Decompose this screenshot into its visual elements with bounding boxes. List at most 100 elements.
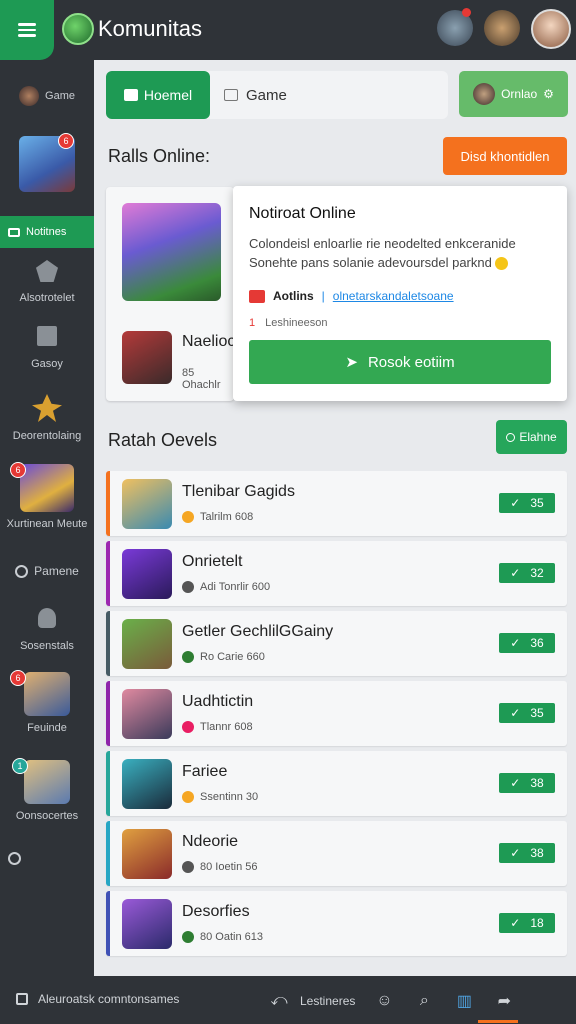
bottom-nav-label[interactable]: Lestineres (300, 994, 355, 1008)
friend-avatar[interactable] (484, 10, 520, 46)
game-subtitle: Ro Carie 660 (182, 651, 265, 663)
game-subtitle: Tlannr 608 (182, 721, 253, 733)
featured-card[interactable]: Naelioc 85 Ohachlr (106, 187, 236, 401)
score-badge[interactable]: ✓ 36 (499, 633, 555, 653)
count-badge: 6 (10, 462, 26, 478)
tab-bar: Hoemel Game (106, 71, 448, 119)
notification-popup: Notiroat Online Colondeisl enloarlie rie… (233, 186, 567, 401)
active-indicator (478, 1020, 518, 1023)
list-item[interactable]: Desorfies 80 Oatin 613 ✓ 18 (106, 891, 567, 956)
sidebar-item-feuinde[interactable]: 6 Feuinde (0, 670, 94, 734)
back-icon[interactable]: ⤺ (268, 990, 290, 1012)
game-thumbnail (122, 899, 172, 949)
game-name: Onrietelt (182, 553, 243, 570)
check-icon: ✓ (510, 706, 521, 720)
section-action-button[interactable]: Elahne (496, 420, 567, 454)
list-item[interactable]: Onrietelt Adi Tonrlir 600 ✓ 32 (106, 541, 567, 606)
count-badge: 6 (58, 133, 74, 149)
user-avatar[interactable] (531, 9, 571, 49)
check-icon: ✓ (510, 776, 521, 790)
popup-detail: 1 Leshineeson (249, 317, 328, 329)
status-dot (182, 651, 194, 663)
score-badge[interactable]: ✓ 38 (499, 773, 555, 793)
sidebar-item-pamene[interactable]: Pamene (0, 564, 94, 578)
check-icon: ✓ (510, 916, 521, 930)
list-item[interactable]: Tlenibar Gagids Talrilm 608 ✓ 35 (106, 471, 567, 536)
sidebar-item-active[interactable]: Notitnes (0, 216, 94, 248)
square-icon (37, 326, 57, 346)
sidebar-item-sosenstals[interactable]: Sosenstals (0, 608, 94, 652)
game-thumbnail (122, 829, 172, 879)
popup-detail: Aotlins | olnetarskandaletsoane (249, 289, 454, 303)
online-button[interactable]: Ornlao ⚙ (459, 71, 568, 117)
tab-home[interactable]: Hoemel (106, 71, 210, 119)
circle-icon (506, 432, 516, 442)
library-icon[interactable]: ▥ (453, 990, 475, 1012)
check-icon: ✓ (510, 496, 521, 510)
status-dot (182, 931, 194, 943)
app-title: Komunitas (98, 16, 202, 41)
search-icon[interactable] (8, 852, 21, 865)
score-badge[interactable]: ✓ 18 (499, 913, 555, 933)
tab-game[interactable]: Game (210, 71, 448, 119)
bottom-nav: ⤺ Lestineres ☺ ⌕ ▥ ➦ (268, 990, 515, 1012)
section-action-button[interactable]: Disd khontidlen (443, 137, 567, 175)
game-thumbnail (122, 331, 172, 384)
game-thumbnail (122, 759, 172, 809)
game-thumbnail (122, 479, 172, 529)
sidebar-item-game[interactable]: Game (0, 86, 94, 106)
score-badge[interactable]: ✓ 38 (499, 843, 555, 863)
sidebar-item-gasoy[interactable]: Gasoy (0, 326, 94, 370)
game-thumbnail (20, 464, 74, 512)
sidebar-item-xurtinean[interactable]: 6 Xurtinean Meute (0, 462, 94, 530)
score-badge[interactable]: ✓ 32 (499, 563, 555, 583)
search-icon[interactable]: ⌕ (413, 990, 435, 1012)
settings-icon: ⚙ (543, 87, 554, 101)
sidebar-item-featured-game[interactable]: 6 Cosbitalt (0, 133, 94, 194)
emoji-icon[interactable]: ☺ (373, 990, 395, 1012)
list-item[interactable]: Ndeorie 80 Ioetin 56 ✓ 38 (106, 821, 567, 886)
sidebar-item-oonsocertes[interactable]: 1 Oonsocertes (0, 758, 94, 822)
grid-icon (16, 993, 28, 1005)
bottom-status: Aleuroatsk comntonsames (16, 992, 179, 1006)
game-name: Getler GechlilGGainy (182, 623, 334, 640)
trophy-icon (36, 260, 58, 282)
game-subtitle: Talrilm 608 (182, 511, 253, 523)
game-thumbnail (24, 760, 70, 804)
popup-title: Notiroat Online (249, 205, 356, 222)
share-icon[interactable]: ➦ (493, 990, 515, 1012)
popup-link[interactable]: olnetarskandaletsoane (333, 289, 454, 303)
section-title: Ratah Oevels (108, 430, 218, 450)
list-item[interactable]: Getler GechlilGGainy Ro Carie 660 ✓ 36 (106, 611, 567, 676)
popup-confirm-button[interactable]: ➤ Rosok eotiim (249, 340, 551, 384)
hero-icon (32, 394, 62, 422)
gift-icon (249, 289, 265, 303)
list-item[interactable]: Uadhtictin Tlannr 608 ✓ 35 (106, 681, 567, 746)
tv-icon (8, 227, 20, 237)
status-dot (182, 581, 194, 593)
window-icon (224, 89, 238, 101)
score-badge[interactable]: ✓ 35 (499, 493, 555, 513)
person-icon (38, 608, 56, 628)
menu-button[interactable] (0, 0, 54, 60)
app-logo (62, 13, 94, 45)
status-dot (182, 511, 194, 523)
game-subtitle: Adi Tonrlir 600 (182, 581, 270, 593)
game-name: Naelioc (182, 333, 236, 350)
sidebar: Game 6 Cosbitalt Notitnes Alsotrotelet G… (0, 60, 94, 976)
smiley-icon (495, 257, 509, 271)
score-badge[interactable]: ✓ 35 (499, 703, 555, 723)
game-name: Uadhtictin (182, 693, 254, 710)
game-thumbnail (122, 549, 172, 599)
count-badge: 1 (12, 758, 28, 774)
sidebar-item-deorentolaing[interactable]: Deorentolaing (0, 394, 94, 442)
game-thumbnail (24, 672, 70, 716)
game-subtitle: 85 Ohachlr (182, 367, 221, 391)
notification-dot (462, 8, 471, 17)
bottom-bar: Aleuroatsk comntonsames ⤺ Lestineres ☺ ⌕… (0, 976, 576, 1024)
list-item[interactable]: Fariee Ssentinn 30 ✓ 38 (106, 751, 567, 816)
hamburger-icon (18, 20, 36, 40)
status-dot (182, 721, 194, 733)
count-badge: 6 (10, 670, 26, 686)
sidebar-item-achievements[interactable]: Alsotrotelet (0, 260, 94, 304)
